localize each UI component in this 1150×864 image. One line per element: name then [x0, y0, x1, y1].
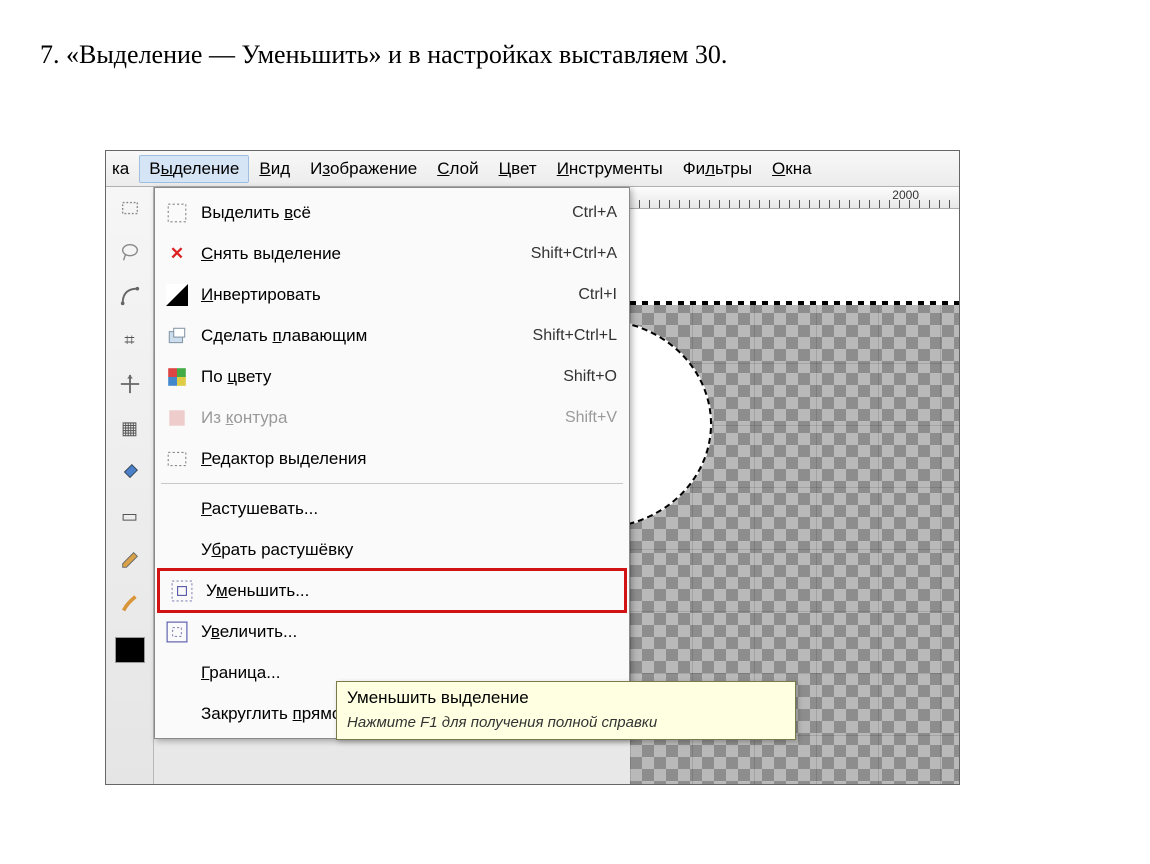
menu-image[interactable]: Изображение: [300, 159, 427, 179]
menu-item-grow[interactable]: Увеличить...: [155, 611, 629, 652]
pencil-icon: [119, 549, 141, 571]
menu-item-label: Убрать растушёвку: [201, 540, 617, 560]
brush-icon: [119, 593, 141, 615]
menu-item-selection-editor[interactable]: Редактор выделения: [155, 438, 629, 479]
menu-separator: [161, 483, 623, 484]
tool-align[interactable]: ▦: [113, 411, 147, 445]
x-icon: ✕: [163, 242, 191, 266]
from-path-icon: [163, 406, 191, 430]
menu-item-label: Из контура: [201, 408, 565, 428]
tooltip-title: Уменьшить выделение: [347, 688, 785, 708]
menu-item-label: Увеличить...: [201, 622, 617, 642]
menu-tools[interactable]: Инструменты: [547, 159, 673, 179]
select-all-icon: [163, 201, 191, 225]
menu-filters[interactable]: Фильтры: [673, 159, 762, 179]
menu-item-label: Растушевать...: [201, 499, 617, 519]
tool-gradient[interactable]: ▭: [113, 499, 147, 533]
canvas-white-band: [630, 209, 959, 301]
menu-color[interactable]: Цвет: [489, 159, 547, 179]
menu-item-sharpen[interactable]: Убрать растушёвку: [155, 529, 629, 570]
menu-item-select-none[interactable]: ✕ Снять выделение Shift+Ctrl+A: [155, 233, 629, 274]
tool-brush[interactable]: [113, 587, 147, 621]
menu-item-shortcut: Shift+O: [563, 368, 617, 386]
menu-layer[interactable]: Слой: [427, 159, 488, 179]
by-color-icon: [163, 365, 191, 389]
menu-item-float[interactable]: Сделать плавающим Shift+Ctrl+L: [155, 315, 629, 356]
menu-item-label: Уменьшить...: [206, 581, 612, 601]
menu-item-label: По цвету: [201, 367, 563, 387]
menu-item-label: Редактор выделения: [201, 449, 617, 469]
menu-item-shortcut: Shift+Ctrl+L: [533, 327, 617, 345]
menubar-partial: ка: [112, 159, 139, 179]
menu-item-shrink[interactable]: Уменьшить...: [157, 568, 627, 613]
selection-dropdown-menu: Выделить всё Ctrl+A ✕ Снять выделение Sh…: [154, 187, 630, 739]
menu-view[interactable]: Вид: [249, 159, 300, 179]
horizontal-ruler: 2000: [629, 187, 959, 209]
bucket-icon: [119, 461, 141, 483]
path-icon: [119, 285, 141, 307]
move-icon: [119, 373, 141, 395]
selection-marching-ants: [630, 301, 959, 305]
menu-selection[interactable]: Выделение: [139, 155, 249, 183]
menu-item-label: Снять выделение: [201, 244, 531, 264]
menu-item-shortcut: Ctrl+I: [578, 286, 617, 304]
menubar: ка Выделение Вид Изображение Слой Цвет И…: [106, 151, 959, 187]
editor-icon: [163, 447, 191, 471]
menu-item-label: Выделить всё: [201, 203, 572, 223]
rect-select-icon: [119, 197, 141, 219]
menu-item-label: Граница...: [201, 663, 617, 683]
tooltip-body: Нажмите F1 для получения полной справки: [347, 714, 785, 731]
menu-windows[interactable]: Окна: [762, 159, 822, 179]
blank-icon: [163, 661, 191, 685]
float-icon: [163, 324, 191, 348]
blank-icon: [163, 702, 191, 726]
tool-move[interactable]: [113, 367, 147, 401]
menu-item-label: Сделать плавающим: [201, 326, 533, 346]
screenshot-region: ка Выделение Вид Изображение Слой Цвет И…: [105, 150, 960, 785]
menu-item-label: Инвертировать: [201, 285, 578, 305]
menu-item-shortcut: Ctrl+A: [572, 204, 617, 222]
menu-item-select-all[interactable]: Выделить всё Ctrl+A: [155, 192, 629, 233]
menu-item-shortcut: Shift+V: [565, 409, 617, 427]
tool-bucket[interactable]: [113, 455, 147, 489]
toolbox-strip: ⌗ ▦ ▭: [106, 187, 154, 784]
tooltip-shrink: Уменьшить выделение Нажмите F1 для получ…: [336, 681, 796, 740]
menu-item-shortcut: Shift+Ctrl+A: [531, 245, 617, 263]
menu-item-invert[interactable]: Инвертировать Ctrl+I: [155, 274, 629, 315]
menu-item-from-path: Из контура Shift+V: [155, 397, 629, 438]
lasso-icon: [119, 241, 141, 263]
shrink-icon: [168, 579, 196, 603]
blank-icon: [163, 497, 191, 521]
menu-item-feather[interactable]: Растушевать...: [155, 488, 629, 529]
color-swatch-fg[interactable]: [115, 637, 145, 663]
blank-icon: [163, 538, 191, 562]
tool-crop[interactable]: ⌗: [113, 323, 147, 357]
invert-icon: [163, 283, 191, 307]
tool-paths[interactable]: [113, 279, 147, 313]
tool-rect-select[interactable]: [113, 191, 147, 225]
menu-item-by-color[interactable]: По цвету Shift+O: [155, 356, 629, 397]
grow-icon: [163, 620, 191, 644]
tool-pencil[interactable]: [113, 543, 147, 577]
ruler-label-2000: 2000: [892, 188, 919, 202]
tool-lasso[interactable]: [113, 235, 147, 269]
instruction-caption: 7. «Выделение — Уменьшить» и в настройка…: [40, 40, 727, 70]
